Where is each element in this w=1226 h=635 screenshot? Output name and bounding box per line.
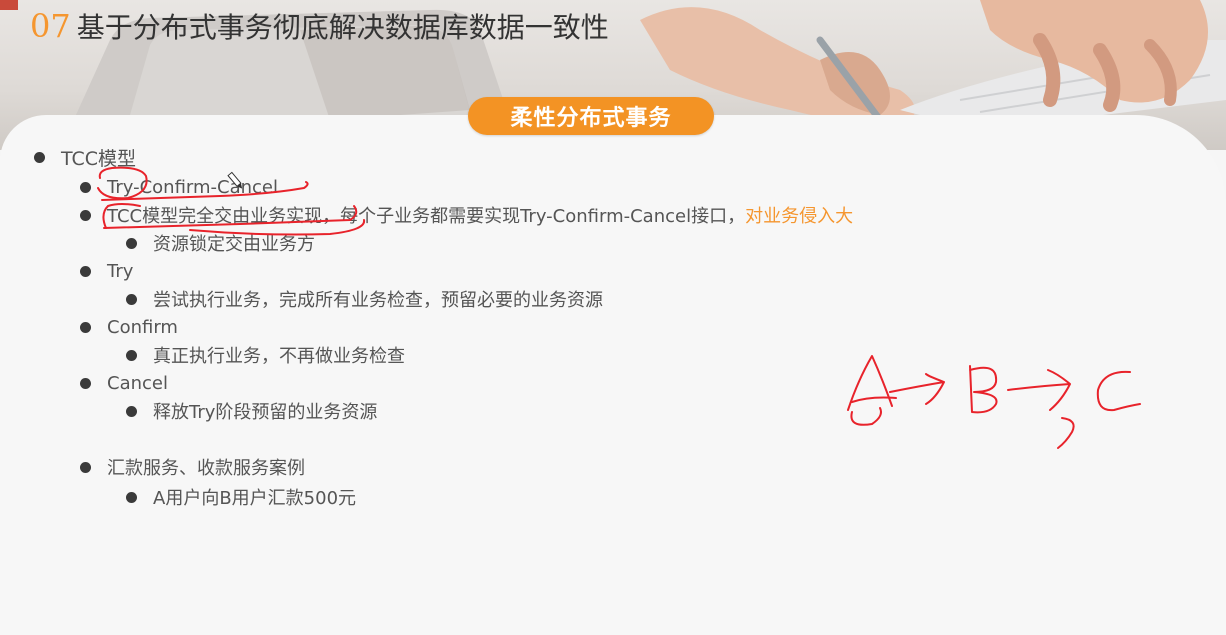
list-item-text: Confirm bbox=[107, 316, 178, 338]
list-item-case: 汇款服务、收款服务案例 bbox=[80, 454, 305, 480]
list-item-resource-lock: 资源锁定交由业务方 bbox=[126, 230, 315, 256]
bullet-dot bbox=[126, 491, 137, 503]
bullet-dot bbox=[80, 209, 91, 221]
list-item-cancel: Cancel bbox=[80, 370, 168, 396]
list-item-try-confirm-cancel: Try-Confirm-Cancel bbox=[80, 174, 278, 200]
list-item-text: 资源锁定交由业务方 bbox=[153, 234, 315, 255]
bullet-dot bbox=[80, 321, 91, 333]
list-item-text: 尝试执行业务，完成所有业务检查，预留必要的业务资源 bbox=[153, 290, 603, 311]
list-item-text: TCC模型完全交由业务实现，每个子业务都需要实现Try-Confirm-Canc… bbox=[107, 206, 746, 227]
list-item-text: 汇款服务、收款服务案例 bbox=[107, 458, 305, 479]
list-item-try: Try bbox=[80, 258, 133, 284]
bullet-dot bbox=[126, 237, 137, 249]
list-item-cancel-desc: 释放Try阶段预留的业务资源 bbox=[126, 398, 377, 424]
bullet-dot bbox=[126, 349, 137, 361]
bullet-dot bbox=[80, 181, 91, 193]
list-item-text: Cancel bbox=[107, 372, 168, 394]
slide-title: 07 基于分布式事务彻底解决数据库数据一致性 bbox=[30, 6, 609, 46]
bullet-dot bbox=[80, 461, 91, 473]
bullet-dot bbox=[80, 265, 91, 277]
list-item-confirm-desc: 真正执行业务，不再做业务检查 bbox=[126, 342, 405, 368]
section-pill: 柔性分布式事务 bbox=[468, 97, 714, 135]
list-item-text: TCC模型 bbox=[61, 147, 137, 170]
list-item-text: Try-Confirm-Cancel bbox=[107, 176, 278, 198]
bullet-dot bbox=[80, 377, 91, 389]
bullet-dot bbox=[126, 293, 137, 305]
accent-text: 对业务侵入大 bbox=[745, 206, 854, 227]
list-item-case-desc: A用户向B用户汇款500元 bbox=[126, 484, 356, 510]
title-text: 基于分布式事务彻底解决数据库数据一致性 bbox=[76, 11, 609, 44]
list-item-text: 释放Try阶段预留的业务资源 bbox=[153, 402, 378, 423]
list-item-text: 真正执行业务，不再做业务检查 bbox=[153, 346, 405, 367]
bullet-dot bbox=[34, 151, 45, 163]
bullet-dot bbox=[126, 405, 137, 417]
list-item-tcc-impl: TCC模型完全交由业务实现，每个子业务都需要实现Try-Confirm-Canc… bbox=[80, 202, 853, 228]
list-item-tcc-model: TCC模型 bbox=[34, 144, 136, 170]
list-item-text: A用户向B用户汇款500元 bbox=[153, 488, 357, 509]
list-item-try-desc: 尝试执行业务，完成所有业务检查，预留必要的业务资源 bbox=[126, 286, 603, 312]
list-item-confirm: Confirm bbox=[80, 314, 178, 340]
list-item-text: Try bbox=[107, 260, 134, 282]
title-number: 07 bbox=[30, 7, 71, 45]
